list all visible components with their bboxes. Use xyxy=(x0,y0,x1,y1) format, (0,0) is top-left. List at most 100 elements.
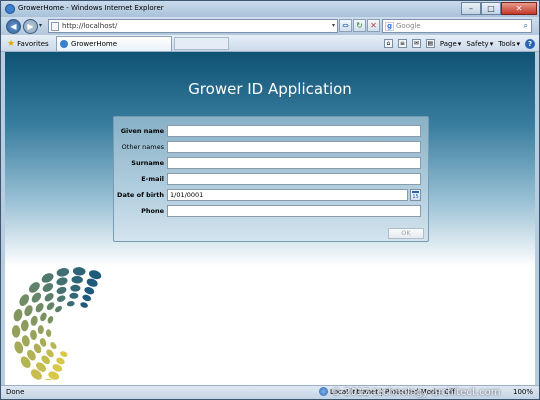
email-row: E-mail xyxy=(114,173,430,186)
feeds-icon[interactable]: ≡ xyxy=(397,39,407,48)
browser-window: GrowerHome - Windows Internet Explorer –… xyxy=(0,0,540,400)
favorites-button[interactable]: ★ Favorites xyxy=(5,37,53,50)
date-of-birth-row: Date of birth 15 xyxy=(114,189,430,202)
globe-icon xyxy=(319,387,328,396)
page-menu[interactable]: Page ▾ xyxy=(440,40,461,48)
tab-label: GrowerHome xyxy=(71,40,118,48)
maximize-button[interactable]: □ xyxy=(481,2,501,15)
phone-field[interactable] xyxy=(167,205,421,217)
phone-row: Phone xyxy=(114,205,430,218)
surname-row: Surname xyxy=(114,157,430,170)
logo-leaf xyxy=(55,305,62,313)
recent-pages-dropdown[interactable]: ▾ xyxy=(39,22,45,30)
logo-leaf xyxy=(80,302,88,308)
window-title: GrowerHome - Windows Internet Explorer xyxy=(18,4,164,12)
date-of-birth-label: Date of birth xyxy=(117,191,164,199)
safety-menu[interactable]: Safety ▾ xyxy=(466,40,493,48)
logo-leaf xyxy=(13,309,23,322)
surname-label: Surname xyxy=(131,159,164,167)
zoom-level[interactable]: 100% xyxy=(513,388,533,396)
status-bar: Done Local intranet | Protected Mode: Of… xyxy=(1,385,539,399)
application-form: Given name Other names Surname E-mail Da… xyxy=(113,116,429,242)
logo-leaf xyxy=(84,287,95,295)
status-text: Done xyxy=(6,388,25,396)
logo-leaf xyxy=(56,295,66,302)
logo-leaf xyxy=(44,293,54,302)
other-names-field[interactable] xyxy=(167,141,421,153)
close-button[interactable]: ✕ xyxy=(501,2,537,15)
search-placeholder: Google xyxy=(396,22,421,30)
safety-menu-label: Safety xyxy=(466,39,489,48)
logo-leaf xyxy=(31,292,42,303)
logo-leaf xyxy=(46,302,55,310)
given-name-row: Given name xyxy=(114,125,430,138)
mail-icon[interactable]: ✉ xyxy=(411,39,421,48)
stop-button[interactable]: ✕ xyxy=(367,19,380,32)
logo-leaf xyxy=(45,329,52,337)
star-icon: ★ xyxy=(7,38,16,49)
logo-leaf xyxy=(56,267,70,277)
page-icon xyxy=(51,22,59,31)
logo-leaf xyxy=(30,329,37,340)
ok-button[interactable]: OK xyxy=(388,228,424,239)
email-field[interactable] xyxy=(167,173,421,185)
logo-leaf xyxy=(35,303,44,313)
favorites-label: Favorites xyxy=(17,39,49,48)
search-icon[interactable]: ⌕ xyxy=(524,21,528,31)
logo-leaf xyxy=(24,305,33,317)
ie-tab-icon xyxy=(60,40,68,48)
calendar-icon[interactable]: 15 xyxy=(410,189,421,201)
url-text[interactable]: http://localhost/ xyxy=(62,22,117,30)
back-button[interactable]: ◀ xyxy=(6,19,21,34)
logo-leaf xyxy=(41,273,54,283)
given-name-field[interactable] xyxy=(167,125,421,137)
home-icon[interactable]: ⌂ xyxy=(383,39,393,48)
minimize-button[interactable]: – xyxy=(461,2,481,15)
ie-logo-icon xyxy=(5,4,15,14)
help-icon[interactable]: ? xyxy=(525,38,535,49)
logo-leaf xyxy=(72,267,86,276)
address-bar: ◀ ▶ ▾ http://localhost/ ▾ ⇔ ↻ ✕ g Google… xyxy=(1,17,539,35)
logo-leaf xyxy=(82,294,92,302)
logo-leaf xyxy=(20,319,29,332)
company-logo xyxy=(11,267,102,380)
new-tab-button[interactable] xyxy=(174,37,229,50)
logo-leaf xyxy=(69,292,79,299)
tools-menu[interactable]: Tools ▾ xyxy=(498,40,520,48)
logo-leaf xyxy=(42,283,54,292)
logo-leaf xyxy=(11,325,21,338)
logo-leaf xyxy=(56,277,68,286)
surname-field[interactable] xyxy=(167,157,421,169)
command-bar: ⌂ ≡ ✉ ▤ Page ▾ Safety ▾ Tools ▾ ? xyxy=(383,37,535,50)
logo-leaf xyxy=(60,351,68,357)
given-name-label: Given name xyxy=(120,127,164,135)
other-names-label: Other names xyxy=(121,143,164,151)
window-controls: – □ ✕ xyxy=(461,2,537,15)
other-names-row: Other names xyxy=(114,141,430,154)
forward-button[interactable]: ▶ xyxy=(23,19,38,34)
logo-leaf xyxy=(71,275,83,284)
url-field[interactable]: http://localhost/ ▾ xyxy=(48,19,338,33)
compatibility-view-button[interactable]: ⇔ xyxy=(339,19,352,32)
email-label: E-mail xyxy=(141,175,164,183)
logo-leaf xyxy=(56,286,67,295)
logo-leaf xyxy=(66,301,75,307)
date-of-birth-field[interactable] xyxy=(167,189,408,201)
logo-leaf xyxy=(28,282,40,293)
google-icon: g xyxy=(385,22,394,31)
logo-leaf xyxy=(37,325,44,335)
title-bar: GrowerHome - Windows Internet Explorer –… xyxy=(1,1,539,17)
watermark-text: © 2012 technology-architect.com xyxy=(331,387,501,398)
refresh-button[interactable]: ↻ xyxy=(353,19,366,32)
favorites-bar: ★ Favorites GrowerHome ⌂ ≡ ✉ ▤ Page ▾ Saf… xyxy=(1,35,539,52)
logo-leaf xyxy=(30,315,38,326)
page-content: Grower ID Application Given name Other n… xyxy=(5,52,535,385)
logo-leaf xyxy=(40,312,47,322)
url-dropdown-icon[interactable]: ▾ xyxy=(332,22,335,29)
print-icon[interactable]: ▤ xyxy=(425,39,435,48)
logo-leaf xyxy=(70,284,81,292)
phone-label: Phone xyxy=(141,207,164,215)
tools-menu-label: Tools xyxy=(498,39,516,48)
search-input[interactable]: g Google ⌕ xyxy=(382,19,532,33)
tab-growerhome[interactable]: GrowerHome xyxy=(56,36,172,51)
